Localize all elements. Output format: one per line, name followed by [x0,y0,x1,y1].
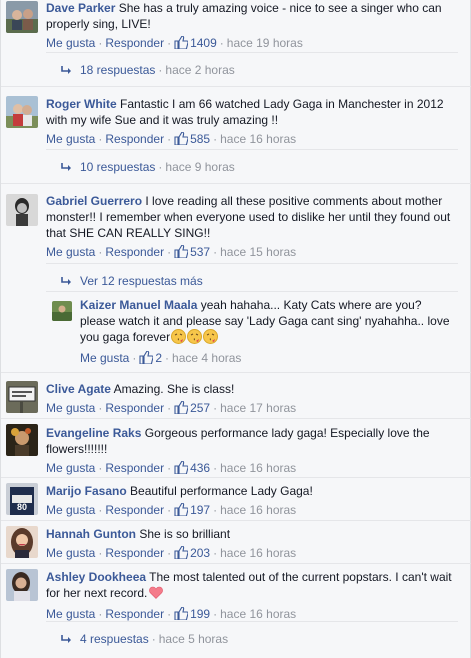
like-link[interactable]: Me gusta [46,607,95,621]
avatar[interactable] [6,424,38,456]
reply-arrow-icon [60,55,72,89]
comment-text: Amazing. She is class! [113,382,235,396]
divider [1,520,471,521]
heart-icon [149,586,164,603]
like-icon[interactable] [139,350,154,369]
like-link[interactable]: Me gusta [46,132,95,146]
kissing-face-emoji [187,329,203,348]
reply-link[interactable]: Responder [105,461,164,475]
replies-link[interactable]: 18 respuestas · hace 2 horas [46,52,458,87]
comment-author[interactable]: Clive Agate [46,382,111,396]
timestamp[interactable]: hace 16 horas [220,132,296,146]
kissing-face-emoji [171,329,187,348]
like-link[interactable]: Me gusta [80,351,129,365]
svg-text:80: 80 [17,502,27,512]
replies-time: hace 9 horas [165,160,235,174]
divider [1,477,471,478]
like-icon[interactable] [174,131,189,150]
reply-arrow-icon [60,624,72,658]
comment-author[interactable]: Dave Parker [46,1,115,15]
reply-link[interactable]: Responder [105,132,164,146]
reply-link[interactable]: Responder [105,546,164,560]
like-icon[interactable] [174,244,189,263]
divider [1,418,471,419]
avatar[interactable] [6,96,38,128]
avatar[interactable] [6,381,38,413]
like-count[interactable]: 436 [190,461,210,475]
comment-author[interactable]: Hannah Gunton [46,527,136,541]
timestamp[interactable]: hace 19 horas [227,36,303,50]
timestamp[interactable]: hace 16 horas [220,546,296,560]
like-count[interactable]: 203 [190,546,210,560]
avatar[interactable]: 80 [6,483,38,515]
divider [1,86,471,87]
like-count[interactable]: 537 [190,245,210,259]
replies-count[interactable]: 10 respuestas [80,160,155,174]
like-count[interactable]: 1409 [190,36,217,50]
like-link[interactable]: Me gusta [46,503,95,517]
avatar[interactable] [6,1,38,33]
comment-author[interactable]: Ashley Dookheea [46,570,146,584]
like-link[interactable]: Me gusta [46,461,95,475]
divider [1,372,471,373]
reply-link[interactable]: Responder [105,607,164,621]
timestamp[interactable]: hace 16 horas [220,461,296,475]
like-link[interactable]: Me gusta [46,245,95,259]
like-count[interactable]: 585 [190,132,210,146]
reply-arrow-icon [60,152,72,186]
avatar[interactable] [52,301,72,321]
like-link[interactable]: Me gusta [46,36,95,50]
avatar[interactable] [6,194,38,226]
timestamp[interactable]: hace 16 horas [220,607,296,621]
timestamp[interactable]: hace 15 horas [220,245,296,259]
like-count[interactable]: 197 [190,503,210,517]
comment-text: Beautiful performance Lady Gaga! [130,484,313,498]
comment-text: She is so brilliant [139,527,231,541]
reply-link[interactable]: Responder [105,36,164,50]
replies-count[interactable]: 4 respuestas [80,632,149,646]
comments-panel: Dave Parker She has a truly amazing voic… [0,0,471,658]
timestamp[interactable]: hace 4 horas [172,351,241,365]
reply-link[interactable]: Responder [105,503,164,517]
like-link[interactable]: Me gusta [46,401,95,415]
comment-author[interactable]: Roger White [46,97,117,111]
like-count[interactable]: 257 [190,401,210,415]
avatar[interactable] [6,569,38,601]
reply-link[interactable]: Responder [105,401,164,415]
comment-author[interactable]: Evangeline Raks [46,426,141,440]
timestamp[interactable]: hace 17 horas [220,401,296,415]
comment-author[interactable]: Gabriel Guerrero [46,194,142,208]
divider [1,563,471,564]
replies-time: hace 5 horas [158,632,229,646]
replies-count[interactable]: 18 respuestas [80,63,155,77]
kissing-face-emoji [203,329,219,348]
replies-time: hace 2 horas [165,63,235,77]
divider [1,183,471,184]
like-icon[interactable] [174,545,189,564]
nested-reply: Kaizer Manuel Maala yeah hahaha... Katy … [46,291,458,369]
view-more-label[interactable]: Ver 12 respuestas más [80,274,203,288]
like-count[interactable]: 199 [190,607,210,621]
like-icon[interactable] [174,502,189,521]
like-icon[interactable] [174,400,189,419]
comment-author[interactable]: Marijo Fasano [46,484,127,498]
avatar[interactable] [6,526,38,558]
like-link[interactable]: Me gusta [46,546,95,560]
comment-author[interactable]: Kaizer Manuel Maala [80,298,197,312]
reply-link[interactable]: Responder [105,245,164,259]
timestamp[interactable]: hace 16 horas [220,503,296,517]
replies-link[interactable]: 4 respuestas · hace 5 horas [46,621,458,656]
replies-link[interactable]: 10 respuestas · hace 9 horas [46,149,458,184]
